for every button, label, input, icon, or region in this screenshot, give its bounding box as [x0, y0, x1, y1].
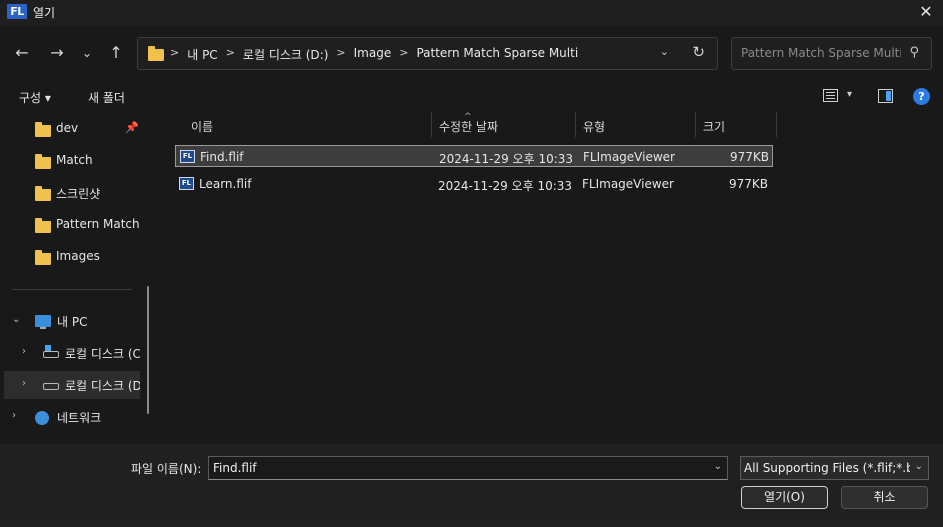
filetype-value: All Supporting Files (*.flif;*.bmp)	[744, 461, 910, 475]
breadcrumb-item[interactable]: Pattern Match Sparse Multi	[416, 46, 578, 63]
flif-file-icon: FL	[180, 150, 195, 163]
column-header-type[interactable]: 유형	[576, 112, 696, 137]
forward-button[interactable]: →	[46, 42, 68, 64]
file-list: 이름 ^ 수정한 날짜 유형 크기 FL Find.flif 2024-11-2…	[160, 112, 943, 444]
file-type: FLImageViewer	[583, 150, 675, 164]
preview-pane-icon[interactable]	[878, 89, 893, 103]
filetype-select[interactable]: All Supporting Files (*.flif;*.bmp) ⌄	[740, 456, 929, 480]
sidebar-item-screenshots[interactable]: 스크린샷	[0, 179, 140, 207]
filename-label: 파일 이름(N):	[131, 462, 202, 476]
close-button[interactable]: ✕	[915, 2, 937, 24]
organize-button[interactable]: 구성 ▾	[19, 89, 51, 106]
column-header-size[interactable]: 크기	[696, 112, 777, 137]
folder-icon	[35, 122, 51, 137]
folder-icon	[35, 186, 51, 201]
sidebar-item-dev[interactable]: dev 📌	[0, 115, 140, 143]
chevron-down-icon[interactable]: ⌄	[714, 461, 722, 472]
folder-icon	[35, 250, 51, 265]
refresh-icon[interactable]: ↻	[692, 43, 705, 61]
close-icon: ✕	[919, 2, 933, 21]
sidebar-item-this-pc[interactable]: ⌄ 내 PC	[0, 307, 140, 335]
arrow-right-icon: →	[50, 43, 64, 62]
view-dropdown-icon[interactable]: ▾	[847, 89, 852, 100]
help-icon[interactable]: ?	[913, 88, 930, 105]
chevron-down-icon[interactable]: ⌄	[12, 314, 20, 325]
breadcrumb: > 내 PC > 로컬 디스크 (D:) > Image > Pattern M…	[170, 46, 578, 63]
arrow-up-icon: ↑	[109, 43, 123, 62]
view-details-icon[interactable]	[823, 89, 838, 102]
breadcrumb-item[interactable]: Image	[354, 46, 392, 63]
folder-icon	[148, 46, 164, 61]
sidebar-item-match[interactable]: Match	[0, 147, 140, 175]
filename-value: Find.flif	[213, 461, 257, 475]
sidebar-item-label: 내 PC	[57, 315, 88, 329]
filename-input[interactable]: Find.flif ⌄	[208, 456, 728, 480]
sidebar-scrollbar[interactable]	[147, 286, 149, 414]
sidebar-item-drive-d[interactable]: › 로컬 디스크 (D:)	[4, 371, 140, 399]
arrow-left-icon: ←	[15, 43, 29, 62]
app-icon: FL	[7, 4, 27, 19]
address-dropdown-icon[interactable]: ⌄	[660, 45, 669, 58]
sidebar-item-label: 스크린샷	[56, 187, 101, 201]
file-name: Find.flif	[200, 150, 244, 164]
pin-icon: 📌	[125, 121, 139, 134]
file-row[interactable]: FL Learn.flif 2024-11-29 오후 10:33 FLImag…	[175, 173, 773, 195]
folder-icon	[35, 154, 51, 169]
breadcrumb-separator: >	[225, 46, 235, 59]
sidebar-item-drive-c[interactable]: › 로컬 디스크 (C:)	[0, 339, 140, 367]
breadcrumb-item[interactable]: 내 PC	[187, 46, 217, 63]
recent-locations-button[interactable]: ⌄	[76, 42, 98, 64]
chevron-right-icon[interactable]: ›	[22, 378, 26, 389]
drive-icon	[43, 383, 59, 390]
open-button[interactable]: 열기(O)	[741, 486, 828, 509]
sidebar-item-label: 네트워크	[57, 411, 102, 425]
sidebar-item-pattern-match[interactable]: Pattern Match Sparse Multi	[0, 211, 140, 239]
sidebar-item-label: 로컬 디스크 (D:)	[65, 379, 140, 393]
file-size: 977KB	[728, 177, 768, 191]
search-icon: ⚲	[909, 45, 919, 60]
navigation-pane: dev 📌 Match 스크린샷 Pattern Match Sparse Mu…	[0, 112, 160, 444]
flif-file-icon: FL	[179, 177, 194, 190]
up-button[interactable]: ↑	[105, 42, 127, 64]
file-type: FLImageViewer	[582, 177, 674, 191]
sidebar-item-label: Match	[56, 153, 93, 167]
sidebar-item-label: Pattern Match Sparse Multi	[56, 217, 140, 231]
sidebar-item-images[interactable]: Images	[0, 243, 140, 271]
chevron-right-icon[interactable]: ›	[12, 410, 16, 421]
title-bar: FL 열기 ✕	[0, 0, 943, 26]
chevron-right-icon[interactable]: ›	[22, 346, 26, 357]
column-header-modified[interactable]: 수정한 날짜	[432, 112, 576, 137]
file-name: Learn.flif	[199, 177, 252, 191]
chevron-down-icon[interactable]: ⌄	[915, 461, 923, 472]
search-input[interactable]: Pattern Match Sparse Multi...	[741, 46, 901, 60]
windows-drive-icon	[43, 345, 59, 358]
breadcrumb-separator: >	[170, 46, 180, 59]
back-button[interactable]: ←	[11, 42, 33, 64]
sidebar-divider	[12, 289, 132, 290]
breadcrumb-separator: >	[399, 46, 409, 59]
cancel-button[interactable]: 취소	[841, 486, 928, 509]
sidebar-item-network[interactable]: › 네트워크	[0, 403, 140, 431]
folder-icon	[35, 218, 51, 233]
pc-icon	[35, 315, 51, 329]
address-bar[interactable]: > 내 PC > 로컬 디스크 (D:) > Image > Pattern M…	[137, 37, 718, 70]
chevron-down-icon: ⌄	[81, 46, 93, 60]
column-header-name[interactable]: 이름	[184, 112, 432, 137]
file-modified: 2024-11-29 오후 10:33	[439, 152, 574, 166]
sidebar-item-label: Images	[56, 249, 100, 263]
window-title: 열기	[33, 6, 56, 20]
new-folder-button[interactable]: 새 폴더	[88, 89, 125, 106]
dialog-footer: 파일 이름(N): Find.flif ⌄ All Supporting Fil…	[0, 444, 943, 527]
file-row[interactable]: FL Find.flif 2024-11-29 오후 10:33 FLImage…	[175, 145, 773, 167]
file-size: 977KB	[729, 150, 769, 164]
breadcrumb-separator: >	[336, 46, 346, 59]
breadcrumb-item[interactable]: 로컬 디스크 (D:)	[243, 46, 328, 63]
search-box[interactable]: Pattern Match Sparse Multi... ⚲	[731, 37, 932, 70]
sidebar-item-label: 로컬 디스크 (C:)	[65, 347, 140, 361]
network-icon	[35, 411, 49, 425]
file-modified: 2024-11-29 오후 10:33	[438, 179, 573, 193]
